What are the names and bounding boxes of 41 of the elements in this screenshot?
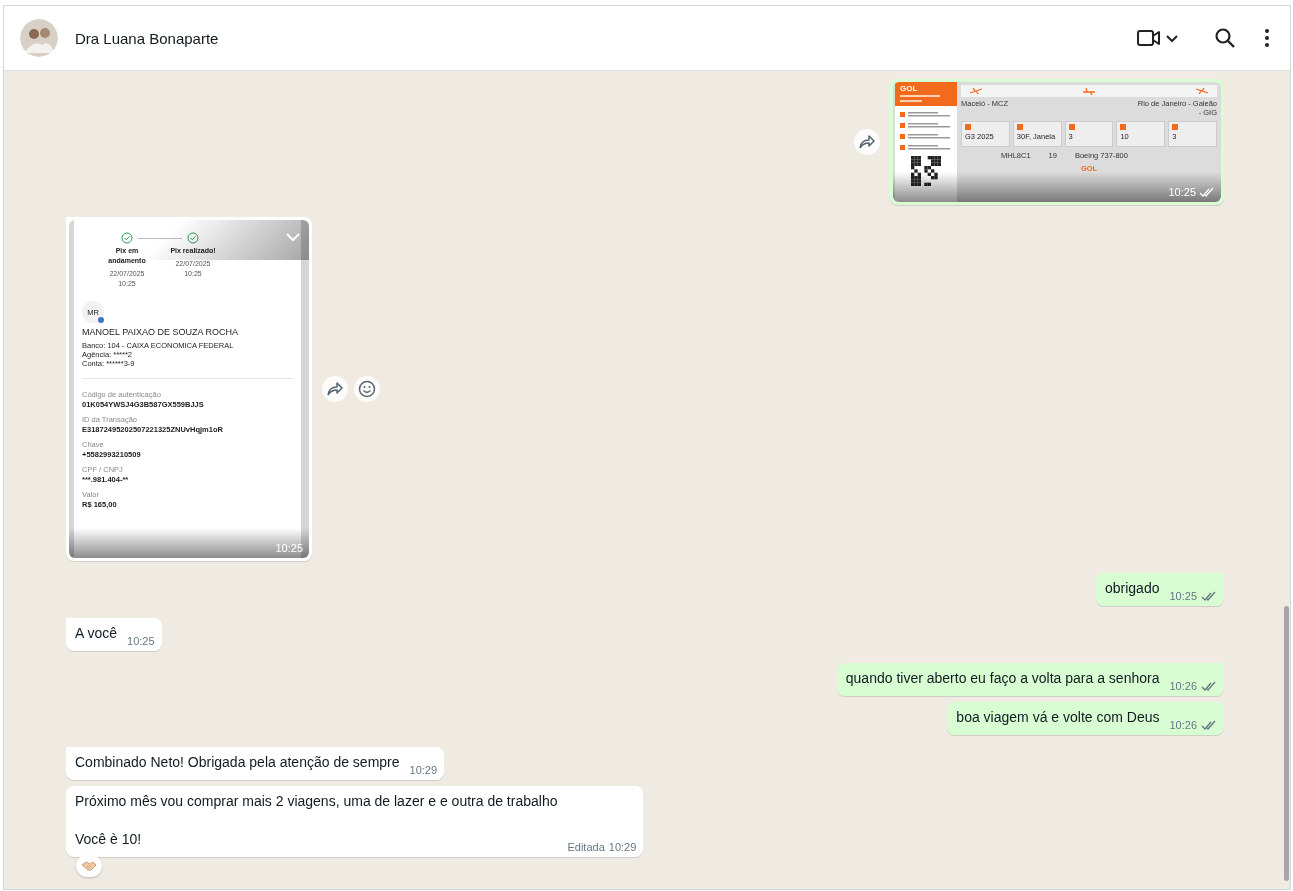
message-time: 10:29	[409, 764, 438, 776]
smiley-icon	[358, 380, 376, 398]
message-time: 10:25	[127, 635, 155, 647]
contact-name[interactable]: Dra Luana Bonaparte	[75, 29, 219, 47]
text-lines-drawing	[900, 95, 940, 103]
message-text: boa viagem vá e volte com Deus	[956, 708, 1160, 727]
message-time: 10:26	[1169, 719, 1197, 731]
check-circle-icon	[121, 232, 133, 244]
menu-icon	[1264, 28, 1270, 48]
pictogram-icon	[1120, 124, 1127, 130]
message-time: 10:26	[1169, 680, 1197, 692]
forward-icon	[859, 135, 875, 149]
handshake-icon	[81, 860, 97, 872]
forward-icon	[327, 382, 343, 396]
pictogram-icon	[1068, 124, 1075, 130]
plane-icon	[1195, 87, 1209, 95]
message-time: 10:29	[608, 841, 637, 853]
forward-button[interactable]	[854, 129, 880, 155]
check-circle-icon	[187, 232, 199, 244]
recipient-name: MANOEL PAIXAO DE SOUZA ROCHA	[82, 327, 240, 337]
message-text: A você	[75, 624, 118, 643]
plane-icon	[969, 87, 983, 95]
pictogram-icon	[1172, 124, 1179, 130]
pictogram-icon	[965, 124, 971, 130]
forward-button[interactable]	[322, 376, 348, 402]
message-text: quando tiver aberto eu faço a volta para a senhora	[845, 669, 1160, 688]
message-time: 10:25	[275, 542, 303, 554]
edited-label: Editada	[567, 841, 605, 853]
message-text: obrigado	[1104, 579, 1160, 598]
search-icon	[1214, 27, 1236, 49]
qr-code	[911, 156, 941, 186]
plane-icon	[1082, 87, 1096, 95]
emoji-button[interactable]	[354, 376, 380, 402]
contact-avatar[interactable]	[20, 19, 58, 57]
scrollbar-thumb[interactable]	[1284, 606, 1289, 881]
message-time: 10:25	[1169, 590, 1197, 602]
message-text: Combinado Neto! Obrigada pela atenção de sempre	[75, 753, 400, 772]
airline-logo: GOL	[900, 84, 919, 94]
pictogram-icon	[1016, 124, 1023, 130]
message-time: 10:25	[1168, 186, 1196, 198]
message-text: Próximo mês vou comprar mais 2 viagens, uma de lazer e e outra de trabalho Você è 10!	[75, 792, 558, 849]
